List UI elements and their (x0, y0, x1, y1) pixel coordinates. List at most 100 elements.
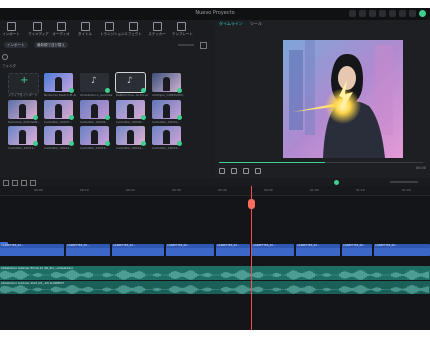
figure-silhouette (127, 130, 134, 144)
timeline: 00:00 00:10 00:20 00:30 00:40 00:50 01:00 01:10… (0, 178, 430, 330)
share-icon[interactable] (399, 10, 406, 17)
prev-frame-icon[interactable] (219, 168, 225, 174)
video-clip[interactable]: CARBETTER_00... (374, 244, 430, 256)
figure-silhouette (55, 104, 62, 118)
time-display: 00:00 (415, 166, 426, 170)
folder-label[interactable]: フォルダ (2, 64, 22, 69)
media-item-name: Carbetter_00013... (80, 146, 109, 150)
ruler-tick-label: 00:50 (264, 188, 273, 192)
template-icon (176, 22, 186, 31)
video-clip-label: CARBETTER_00... (375, 244, 398, 247)
video-clip[interactable]: CARBETTER_00... (0, 244, 64, 256)
media-item-name: Carbetter_00015... (152, 146, 181, 150)
added-check-icon (141, 141, 146, 146)
ruler-tick-label: 00:00 (34, 188, 43, 192)
added-check-icon (141, 88, 146, 93)
video-clip-label: CARBETTER_00... (1, 244, 24, 247)
added-check-icon (105, 88, 110, 93)
snap-toggle-icon[interactable] (334, 180, 339, 185)
stop-icon[interactable] (255, 168, 261, 174)
video-clip-label: CARBETTER_00... (67, 244, 90, 247)
media-item-name: Carbetter_00011... (8, 146, 37, 150)
zoom-slider[interactable] (178, 44, 194, 46)
tool-stickers[interactable]: ステッカー (148, 22, 166, 37)
timeline-ruler[interactable]: 00:00 00:10 00:20 00:30 00:40 00:50 01:00 01:10… (0, 186, 430, 196)
preview-scrubber[interactable] (219, 162, 423, 163)
tab-timeline[interactable]: タイムライン (219, 21, 243, 26)
cloud-icon[interactable] (369, 10, 376, 17)
tool-titles[interactable]: タイトル (76, 22, 94, 37)
filter-icon[interactable] (200, 42, 207, 49)
tool-effects[interactable]: エフェクト (124, 22, 142, 37)
title-bar: Nuevo Proyecto (0, 8, 430, 20)
tool-my-media[interactable]: マイメディア (28, 22, 49, 37)
figure-silhouette (19, 104, 26, 118)
video-clip[interactable]: CARBETTER_00... (66, 244, 110, 256)
figure-silhouette (163, 104, 170, 118)
added-check-icon (141, 115, 146, 120)
transition-icon (104, 22, 114, 31)
media-item-name: Carbetter_00010... (152, 120, 181, 124)
layout-icon[interactable] (379, 10, 386, 17)
text-icon (80, 22, 90, 31)
video-clip-label: CARBETTER_00... (297, 244, 320, 247)
video-clip[interactable]: CARBETTER_00... (216, 244, 250, 256)
import-icon (6, 22, 16, 31)
preview-tabs: タイムライン ツール (219, 21, 268, 27)
timeline-zoom-slider[interactable] (390, 181, 418, 183)
import-media-tile[interactable]: + (8, 73, 39, 94)
video-clip[interactable]: CARBETTER_00... (252, 244, 294, 256)
added-check-icon (33, 115, 38, 120)
added-check-icon (33, 141, 38, 146)
sticker-icon (152, 22, 162, 31)
upload-icon[interactable] (359, 10, 366, 17)
plus-icon: + (20, 75, 29, 86)
added-check-icon (177, 141, 182, 146)
media-item-name: Ahdebidulco_GuGUsec... (80, 93, 112, 97)
video-clip[interactable]: CARBETTER_00... (166, 244, 214, 256)
ruler-tick-label: 00:30 (172, 188, 181, 192)
tab-tools[interactable]: ツール (250, 21, 262, 26)
media-item-name: Carbetter_00007... (44, 120, 73, 124)
ruler-tick-label: 01:00 (310, 188, 319, 192)
monitor-icon[interactable] (389, 10, 396, 17)
figure-silhouette (127, 104, 134, 118)
import-dropdown[interactable]: インポート (4, 42, 28, 48)
figure-silhouette (55, 77, 62, 91)
play-icon[interactable] (231, 168, 237, 174)
video-clip[interactable]: CARBETTER_00... (112, 244, 164, 256)
playback-controls (219, 168, 261, 174)
import-media-label: メディアをインポート (8, 93, 38, 97)
media-item-name: Nintendo-Switch-M-2024-04-... (44, 93, 76, 97)
avatar[interactable] (419, 10, 426, 17)
tool-transitions[interactable]: トランジション (100, 22, 125, 37)
tool-templates[interactable]: テンプレート (172, 22, 193, 37)
figure-silhouette (55, 130, 62, 144)
search-icon[interactable] (2, 54, 8, 60)
ruler-tick-label: 01:20 (402, 188, 411, 192)
music-note-icon: ♪ (127, 76, 133, 86)
video-clip-label: CARBETTER_00... (113, 244, 136, 247)
ruler-tick-label: 00:20 (126, 188, 135, 192)
playhead-handle[interactable] (248, 199, 255, 209)
video-clip[interactable]: CARBETTER_00... (296, 244, 340, 256)
tool-audio[interactable]: オーディオ (52, 22, 70, 37)
media-item-name: ReMiXoTina--Gr-Ed-Aarl... (116, 93, 148, 97)
export-icon[interactable] (409, 10, 416, 17)
media-item-name: Darkstrip_0001&NE... (8, 120, 40, 124)
audio-track-1[interactable]: Ahdebidulco GuGUsec Ehrnie 01 (00_6h) —A… (0, 266, 430, 280)
added-check-icon (69, 141, 74, 146)
video-clip-label: CARBETTER_00... (217, 244, 240, 247)
sort-dropdown[interactable]: 最新順で並び替え (34, 42, 68, 48)
ruler-tick-label: 00:40 (218, 188, 227, 192)
audio-track-2[interactable]: Ahdebidulco GuGUsec 2024 (01_-19) SLOWBE… (0, 281, 430, 294)
video-track: CARBETTER_00... CARBETTER_00... CARBETTER_… (0, 242, 430, 256)
ruler-tick-label: 01:10 (356, 188, 365, 192)
music-note-icon: ♪ (91, 76, 97, 86)
tool-import[interactable]: インポート (2, 22, 20, 37)
settings-icon[interactable] (349, 10, 356, 17)
video-clip[interactable]: CARBETTER_00... (342, 244, 372, 256)
figure-silhouette (91, 130, 98, 144)
next-frame-icon[interactable] (243, 168, 249, 174)
media-item-name: Carbetter_00009... (116, 120, 145, 124)
